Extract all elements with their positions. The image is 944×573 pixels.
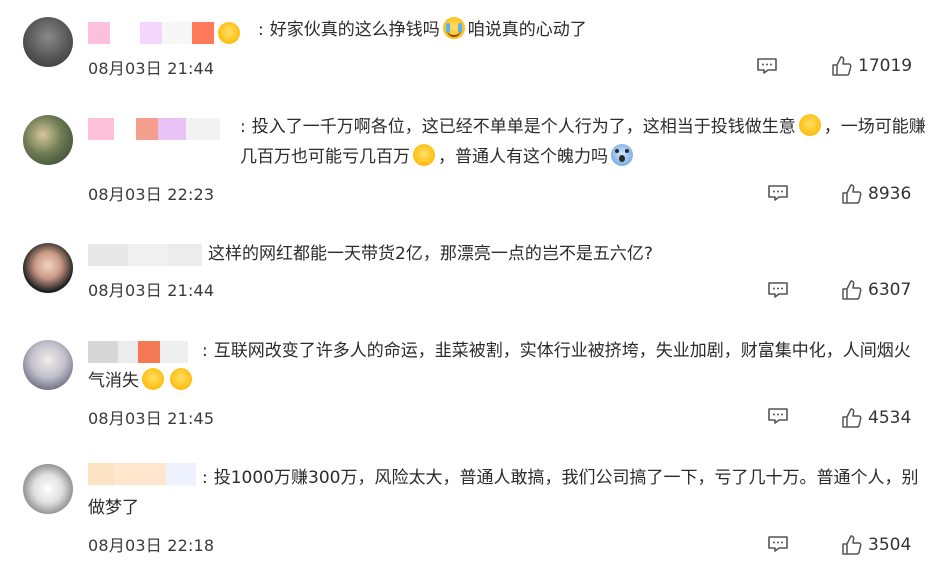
colon: :	[240, 117, 246, 137]
mosaic-block	[192, 22, 214, 44]
avatar[interactable]	[23, 17, 73, 67]
mosaic-block	[88, 22, 110, 44]
comment-text: : 投入了一千万啊各位，这已经不单单是个人行为了，这相当于投钱做生意 ，一场可能赚几…	[240, 112, 928, 172]
mosaic-block	[114, 118, 136, 140]
avatar[interactable]	[23, 243, 73, 293]
avatar[interactable]	[23, 115, 73, 165]
laughing-crying-emoji	[142, 368, 164, 390]
comment-reply-icon[interactable]	[767, 535, 789, 553]
shocked-emoji	[611, 144, 633, 166]
colon: :	[202, 468, 208, 488]
like-count: 17019	[858, 56, 913, 76]
like-button[interactable]: 4534	[840, 407, 911, 429]
comment-reply-icon[interactable]	[767, 184, 789, 202]
avatar[interactable]	[23, 340, 73, 390]
like-count: 3504	[868, 535, 912, 555]
mosaic-block	[88, 118, 114, 140]
comment-reply-icon[interactable]	[756, 57, 778, 75]
mosaic-block	[136, 118, 158, 140]
timestamp: 08月03日 21:44	[88, 281, 215, 300]
username-masked[interactable]	[88, 22, 243, 44]
comment-text: : 互联网改变了许多人的命运，韭菜被割，实体行业被挤垮，失业加剧，财富集中化，人间…	[88, 341, 911, 391]
mosaic-block	[110, 22, 140, 44]
laughing-crying-emoji	[170, 368, 192, 390]
heart-face-emoji	[218, 22, 240, 44]
timestamp: 08月03日 22:18	[88, 536, 215, 555]
thumbs-up-icon	[832, 56, 852, 76]
like-count: 8936	[868, 184, 912, 204]
colon: :	[202, 341, 208, 361]
mosaic-block	[128, 244, 168, 266]
avatar[interactable]	[23, 464, 73, 514]
mosaic-block	[140, 22, 162, 44]
mosaic-block	[88, 244, 128, 266]
like-button[interactable]: 6307	[840, 279, 911, 301]
thumbs-up-icon	[842, 535, 862, 555]
thumbs-up-icon	[842, 184, 862, 204]
like-button[interactable]: 3504	[840, 534, 911, 556]
thumbs-up-icon	[842, 280, 862, 300]
crying-emoji	[442, 17, 465, 39]
timestamp: 08月03日 22:23	[88, 185, 215, 204]
timestamp: 08月03日 21:45	[88, 409, 215, 428]
comment-text: : 好家伙真的这么挣钱吗 咱说真的心动了	[258, 15, 926, 45]
thumbs-up-icon	[842, 408, 862, 428]
like-button[interactable]: 17019	[830, 55, 912, 77]
comment-reply-icon[interactable]	[767, 407, 789, 425]
comment-text: : 投1000万赚300万，风险太大，普通人敢搞，我们公司搞了一下，亏了几十万。普…	[88, 468, 919, 518]
mosaic-block	[158, 118, 186, 140]
timestamp: 08月03日 21:44	[88, 59, 215, 78]
mosaic-block	[168, 244, 202, 266]
mosaic-block	[186, 118, 220, 140]
username-masked[interactable]	[88, 118, 220, 140]
comment-text: 这样的网红都能一天带货2亿，那漂亮一点的岂不是五六亿?	[208, 244, 653, 264]
laughing-crying-emoji	[413, 144, 435, 166]
like-button[interactable]: 8936	[840, 183, 911, 205]
like-count: 4534	[868, 408, 912, 428]
comment-reply-icon[interactable]	[767, 281, 789, 299]
like-count: 6307	[868, 280, 912, 300]
username-masked[interactable]	[88, 244, 202, 266]
mosaic-block	[162, 22, 192, 44]
laughing-crying-emoji	[798, 114, 821, 136]
colon: :	[258, 20, 264, 40]
